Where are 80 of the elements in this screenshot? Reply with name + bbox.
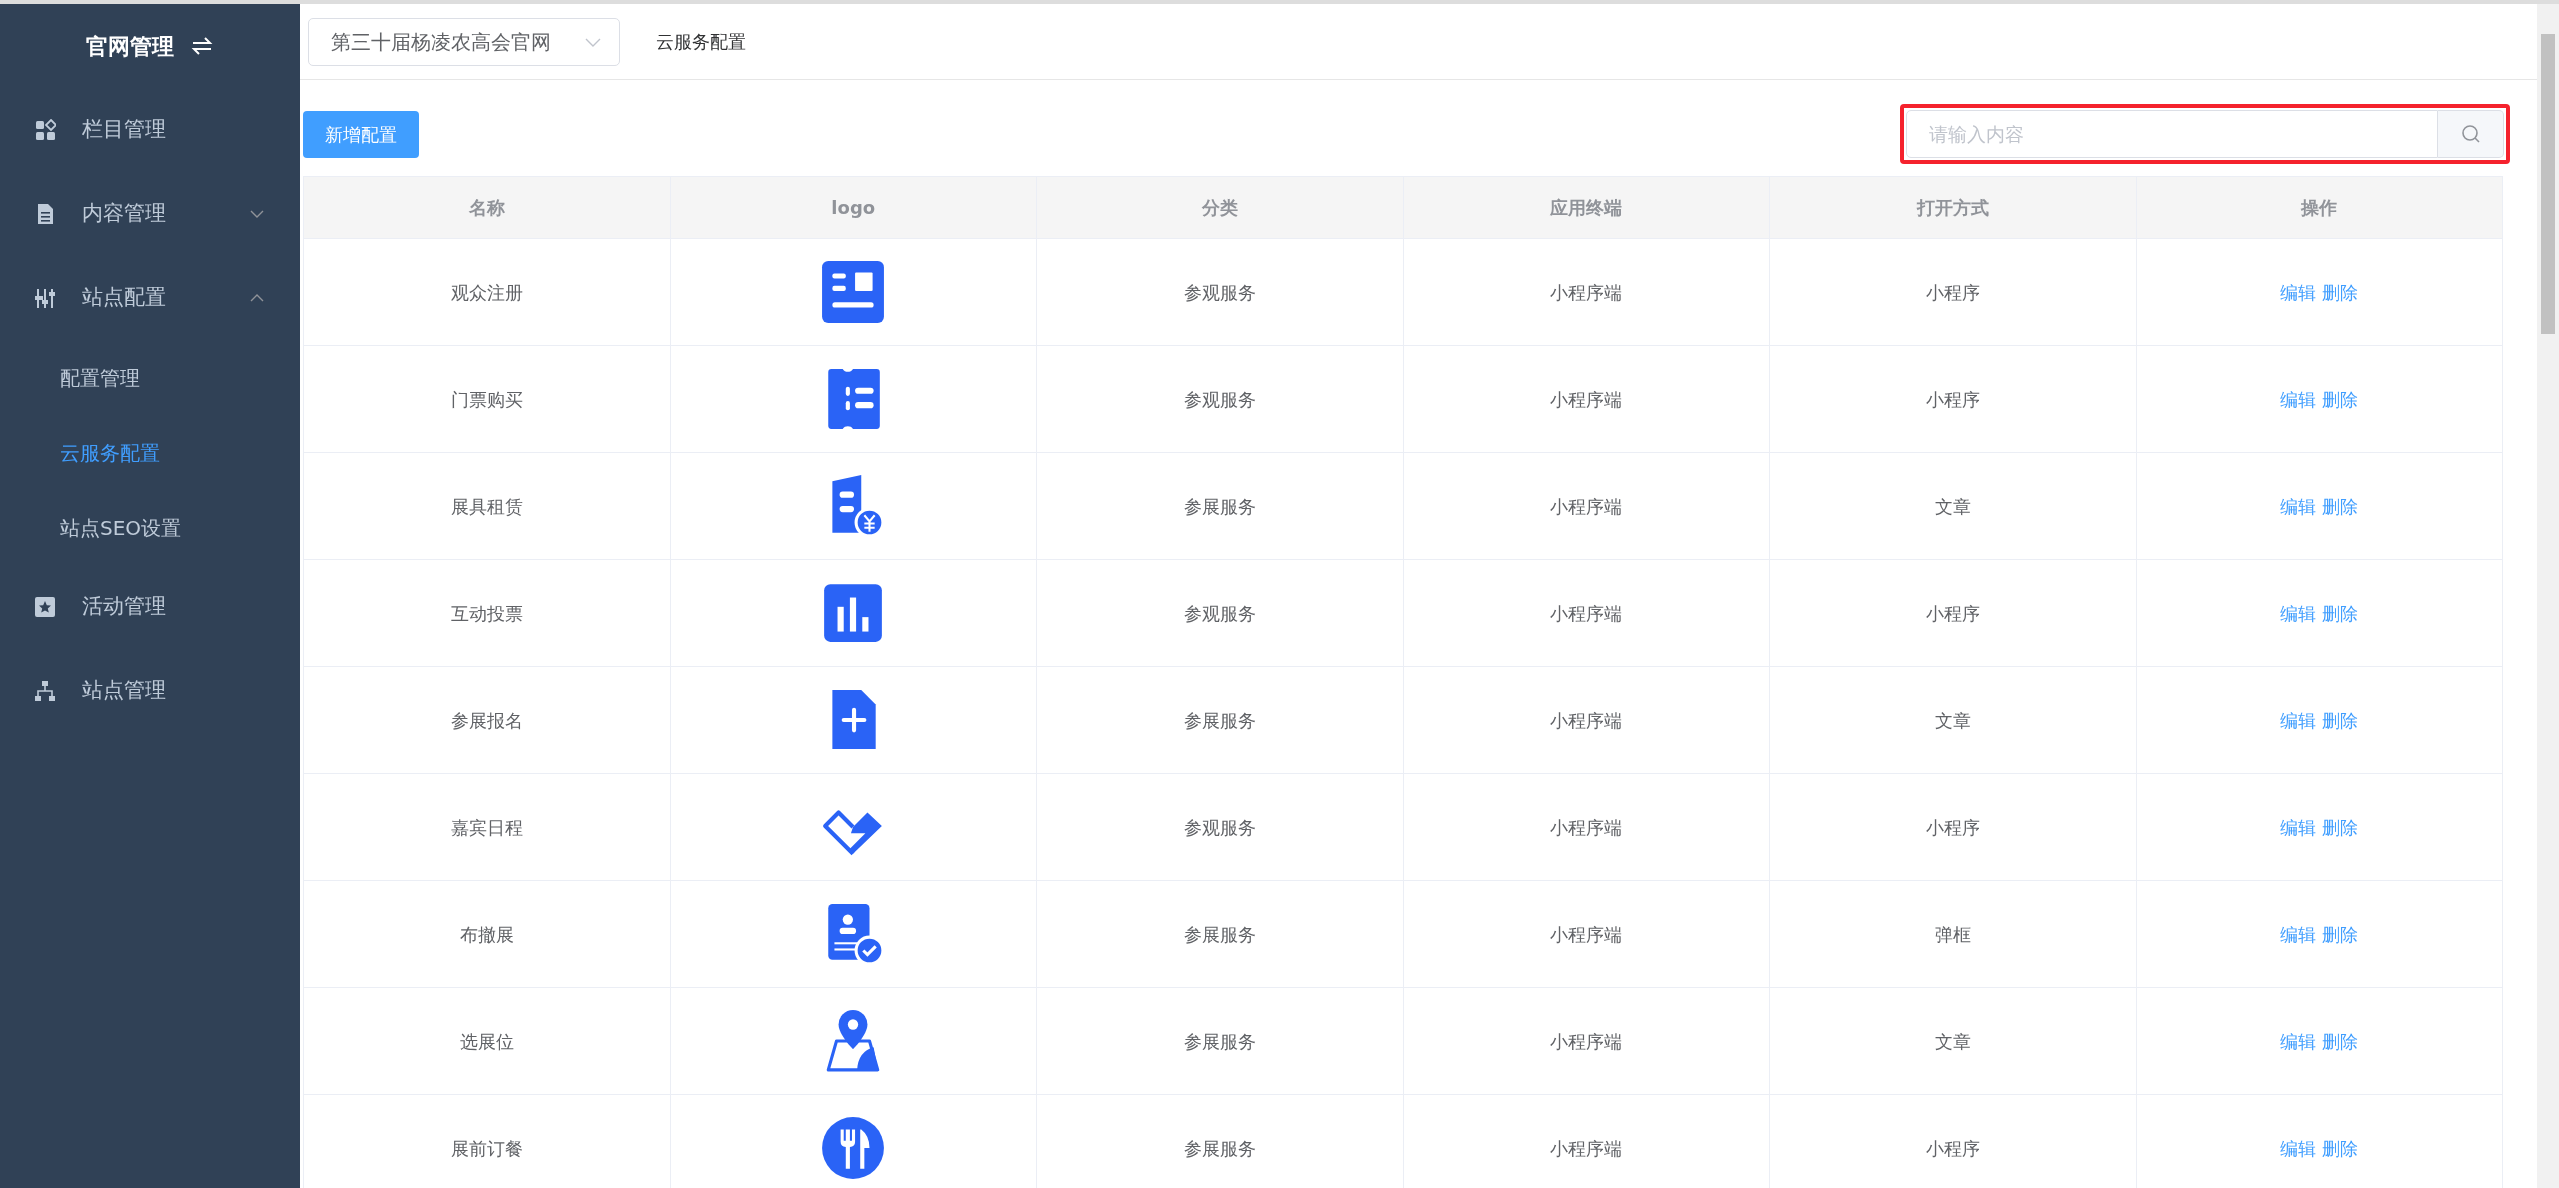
table-cell: 选展位 — [303, 987, 670, 1095]
edit-link[interactable]: 编辑 — [2280, 923, 2317, 945]
table-cell: 小程序端 — [1403, 559, 1770, 667]
table-cell: 小程序 — [1769, 238, 2136, 346]
table-cell: 弹框 — [1769, 880, 2136, 988]
table-cell: 文章 — [1769, 987, 2136, 1095]
sidebar-subitem[interactable]: 配置管理 — [0, 340, 300, 415]
delete-link[interactable]: 删除 — [2322, 388, 2359, 410]
table-cell: 展前订餐 — [303, 1094, 670, 1188]
sidebar-item[interactable]: 内容管理 — [0, 172, 300, 256]
scrollbar-thumb[interactable] — [2541, 34, 2555, 334]
search-button[interactable] — [2438, 110, 2504, 158]
edit-link[interactable]: 编辑 — [2280, 602, 2317, 624]
sliders-icon — [34, 287, 56, 309]
scrollbar[interactable] — [2537, 4, 2559, 1188]
table-cell: 布撤展 — [303, 880, 670, 988]
table-cell: 参观服务 — [1036, 345, 1403, 453]
newspaper-icon — [820, 259, 887, 325]
delete-link[interactable]: 删除 — [2322, 1030, 2359, 1052]
table-cell: 参展服务 — [1036, 880, 1403, 988]
edit-link[interactable]: 编辑 — [2280, 495, 2317, 517]
table-cell: 参展服务 — [1036, 666, 1403, 774]
table-cell: 小程序端 — [1403, 345, 1770, 453]
table-cell: 小程序端 — [1403, 666, 1770, 774]
column-header: 分类 — [1036, 176, 1403, 239]
swap-icon[interactable] — [190, 35, 214, 57]
delete-link[interactable]: 删除 — [2322, 495, 2359, 517]
grid-icon — [34, 119, 56, 141]
table-cell: 参展服务 — [1036, 987, 1403, 1095]
sidebar-item[interactable]: 站点管理 — [0, 649, 300, 733]
table-cell: 小程序端 — [1403, 880, 1770, 988]
site-select[interactable]: 第三十届杨凌农高会官网 — [308, 17, 620, 66]
sidebar-item[interactable]: 站点配置 — [0, 256, 300, 340]
edit-link[interactable]: 编辑 — [2280, 1030, 2317, 1052]
delete-link[interactable]: 删除 — [2322, 281, 2359, 303]
delete-link[interactable]: 删除 — [2322, 709, 2359, 731]
sidebar-title: 官网管理 — [86, 32, 174, 61]
add-button[interactable]: 新增配置 — [303, 110, 419, 158]
table-cell: 小程序端 — [1403, 773, 1770, 881]
sidebar-item[interactable]: 活动管理 — [0, 565, 300, 649]
delete-link[interactable]: 删除 — [2322, 923, 2359, 945]
edit-link[interactable]: 编辑 — [2280, 388, 2317, 410]
sidebar-item[interactable]: 栏目管理 — [0, 88, 300, 172]
table-cell: 参展报名 — [303, 666, 670, 774]
column-header: 应用终端 — [1403, 176, 1770, 239]
column-header: logo — [670, 176, 1037, 239]
sidebar-subitem[interactable]: 云服务配置 — [0, 415, 300, 490]
column-header: 打开方式 — [1769, 176, 2136, 239]
table-cell: 参观服务 — [1036, 559, 1403, 667]
edit-link[interactable]: 编辑 — [2280, 816, 2317, 838]
table-cell: 小程序 — [1769, 345, 2136, 453]
table-cell: 观众注册 — [303, 238, 670, 346]
breadcrumb: 云服务配置 — [656, 30, 746, 54]
table-cell: 小程序端 — [1403, 452, 1770, 560]
column-header: 名称 — [303, 176, 670, 239]
delete-link[interactable]: 删除 — [2322, 1137, 2359, 1159]
sidebar-subitem[interactable]: 站点SEO设置 — [0, 490, 300, 565]
table-cell: 互动投票 — [303, 559, 670, 667]
table-cell: 展具租赁 — [303, 452, 670, 560]
sitemap-icon — [34, 680, 56, 702]
table-cell: 文章 — [1769, 666, 2136, 774]
fork-knife-icon — [820, 1115, 887, 1181]
table-cell: 参观服务 — [1036, 238, 1403, 346]
table-cell: 参展服务 — [1036, 452, 1403, 560]
table-cell: 小程序 — [1769, 773, 2136, 881]
table-cell: 小程序端 — [1403, 987, 1770, 1095]
delete-link[interactable]: 删除 — [2322, 816, 2359, 838]
edit-link[interactable]: 编辑 — [2280, 1137, 2317, 1159]
table-cell: 小程序 — [1769, 559, 2136, 667]
edit-link[interactable]: 编辑 — [2280, 709, 2317, 731]
table-cell: 参观服务 — [1036, 773, 1403, 881]
delete-link[interactable]: 删除 — [2322, 602, 2359, 624]
column-header: 操作 — [2136, 176, 2503, 239]
search-field[interactable]: 请输入内容 — [1906, 110, 2438, 158]
table-cell: 门票购买 — [303, 345, 670, 453]
edit-link[interactable]: 编辑 — [2280, 281, 2317, 303]
table-cell: 嘉宾日程 — [303, 773, 670, 881]
search-icon — [2460, 124, 2481, 144]
table-cell: 小程序端 — [1403, 238, 1770, 346]
table-cell: 文章 — [1769, 452, 2136, 560]
